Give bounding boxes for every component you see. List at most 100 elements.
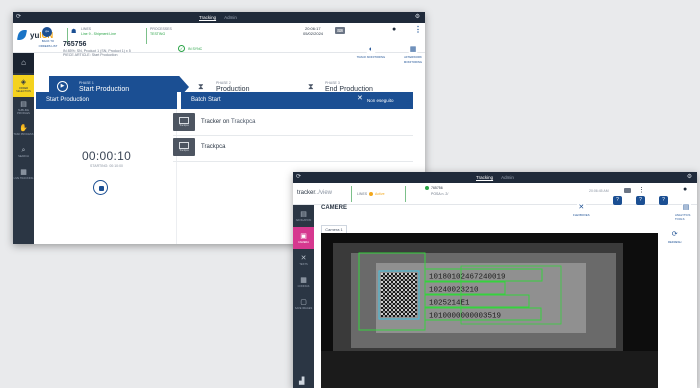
help-icon: ? — [659, 196, 668, 205]
top-tabs: Tracking Admin — [199, 12, 237, 23]
sidebar-item-label: SEARCH — [18, 154, 29, 158]
list-item-text: Tracker on — [201, 119, 232, 125]
thumb-label: Trackpca — [179, 125, 189, 127]
track-monitoring-icon[interactable]: ◐ — [366, 45, 376, 55]
image-icon: ▢ — [300, 298, 307, 306]
list-item[interactable]: Trackpca Trackpca — [173, 138, 225, 156]
breadcrumb-main: tracker — [297, 190, 316, 196]
phase-small-label: PHASE 3 — [325, 81, 340, 85]
grid-icon: ▦ — [20, 168, 27, 176]
tracker-thumbnail: Trackpca — [173, 113, 195, 131]
sidebar-item-label: ORDER SELECTION — [16, 87, 31, 93]
sidebar-item-label: LIVE TRACKING — [13, 176, 34, 180]
sidebar-item-label: TESTS — [299, 262, 308, 266]
sidebar-item-camera[interactable]: ▣ CAMERA — [293, 227, 314, 249]
barcode-text: 1025214E1 — [429, 300, 470, 308]
order-sub: POSA n. 2/ — [431, 192, 449, 196]
barcode-text: 10180102467240019 — [429, 274, 506, 282]
sidebar-item-label: NAVIGATION — [295, 218, 312, 222]
more-icon[interactable]: ⋮ — [414, 25, 422, 34]
section-title: CAMERE — [321, 205, 348, 211]
help-icon: ? — [613, 196, 622, 205]
play-icon: ▶ — [57, 81, 68, 92]
list-divider — [173, 135, 413, 136]
afterwork-monitoring-icon[interactable]: ▦ — [408, 45, 418, 55]
sidebar-start-jobs[interactable]: ⌂ — [13, 53, 34, 73]
sidebar-item-save-images[interactable]: ▢ SAVE IMAGES — [293, 293, 314, 315]
refresh-tool[interactable]: ⟳ REFRESH — [668, 230, 681, 244]
order-label: 765756 — [431, 186, 443, 190]
camera-image: 10180102467240019 10240023210 1025214E1 … — [321, 233, 658, 388]
header-time: 20:06:45 AM — [589, 189, 609, 193]
batch-status: Non eseguito — [367, 98, 394, 103]
sidebar-item-search[interactable]: ⌕ SEARCH — [13, 141, 34, 163]
refresh-icon[interactable]: ⟳ — [293, 172, 304, 183]
user-icon[interactable]: ● — [683, 186, 687, 193]
keyboard-icon[interactable]: ⌨ — [335, 27, 345, 34]
home-icon: ⌂ — [21, 58, 26, 67]
header-divider — [146, 28, 147, 44]
hourglass-icon: ⧗ — [308, 82, 314, 91]
close-icon[interactable]: ✕ — [357, 94, 363, 102]
top-tabs: Tracking Admin — [476, 172, 514, 183]
camera-icon: ▣ — [300, 232, 307, 240]
process-label: PROCESSES — [150, 27, 172, 31]
stop-button[interactable] — [93, 180, 108, 195]
track-monitoring-label: TRACK MONITORING — [356, 55, 386, 59]
header-divider — [351, 186, 352, 202]
sidebar-item-tests[interactable]: ✕ TESTS — [293, 249, 314, 271]
gear-icon[interactable]: ⚙ — [412, 12, 423, 23]
sync-label: IN SYNC — [188, 47, 203, 51]
list-divider — [173, 161, 413, 162]
tab-admin[interactable]: Admin — [501, 172, 514, 183]
menu-icon: ▤ — [300, 210, 307, 218]
tab-admin[interactable]: Admin — [224, 12, 237, 23]
sidebar-item-subline[interactable]: ▤ SUBLINE PROFILES — [13, 97, 34, 119]
camera-tab[interactable]: Camera 1 — [321, 225, 347, 233]
sidebar-item-configs[interactable]: ▦ CONFIGS — [293, 271, 314, 293]
grid-icon: ▦ — [300, 276, 307, 284]
status-label: LINES — [357, 192, 368, 196]
batch-start-title: Batch Start — [191, 97, 221, 103]
flexboxes-icon: ✕ — [576, 203, 586, 212]
afterwork-monitoring-label: AFTERWORK MONITORING — [403, 55, 423, 64]
sidebar-item-order-selection[interactable]: ◈ ORDER SELECTION — [13, 75, 34, 97]
list-item[interactable]: Trackpca Tracker on Trackpca — [173, 113, 255, 131]
header-date: 05/02/2024 — [303, 31, 324, 36]
datamatrix-code — [381, 273, 417, 317]
timer-display: 00:00:10 — [81, 149, 132, 163]
tests-icon: ✕ — [300, 254, 307, 262]
sidebar-item-label: CAMERA — [297, 240, 310, 244]
flexboxes-tool[interactable]: ✕ FLEXBOXES — [573, 203, 590, 217]
refresh-icon[interactable]: ⟳ — [13, 12, 24, 23]
sidebar-item-task[interactable]: ✋ TASK PROCESS — [13, 119, 34, 141]
user-icon[interactable]: ● — [392, 26, 396, 33]
tab-tracking[interactable]: Tracking — [199, 12, 216, 23]
process-value[interactable]: TESTING — [150, 32, 165, 37]
help-tool[interactable]: ? — [613, 196, 622, 205]
line-value[interactable]: Line 9 - Shipment Line — [81, 32, 116, 37]
gear-icon[interactable]: ⚙ — [684, 172, 695, 183]
timer-sub: STARTING: 00:10:00 — [90, 164, 123, 168]
status-dot — [369, 192, 373, 196]
start-production-bar: Start Production — [36, 92, 177, 109]
sidebar-item-navigation[interactable]: ▤ NAVIGATION — [293, 205, 314, 227]
sidebar-item-label: SUBLINE PROFILES — [17, 109, 30, 115]
more-icon[interactable]: ⋮ — [638, 186, 645, 194]
signal-icon: ▟ — [299, 378, 305, 385]
back-to-orders-button[interactable]: ⇦ — [42, 27, 52, 37]
status-value: Active — [375, 192, 385, 196]
phase-small-label: PHASE 1 — [79, 81, 94, 85]
tool-label: REFRESH — [668, 240, 682, 244]
tab-tracking[interactable]: Tracking — [476, 172, 493, 183]
help-icon: ? — [636, 196, 645, 205]
sidebar-item-live[interactable]: ▦ LIVE TRACKING — [13, 163, 34, 185]
keyboard-icon[interactable] — [624, 188, 631, 193]
breadcrumb: tracker../view — [297, 190, 332, 196]
help-tool[interactable]: ? — [636, 196, 645, 205]
sidebar: ▤ NAVIGATION ▣ CAMERA ✕ TESTS ▦ CONFIGS ▢ SAV… — [293, 205, 314, 388]
hourglass-icon: ⧗ — [198, 82, 204, 91]
list-item-text-tail: Trackpca — [231, 119, 256, 125]
analytics-tool[interactable]: ▤ ANALYTICS TOOLS — [675, 203, 697, 221]
help-tool[interactable]: ? — [659, 196, 668, 205]
